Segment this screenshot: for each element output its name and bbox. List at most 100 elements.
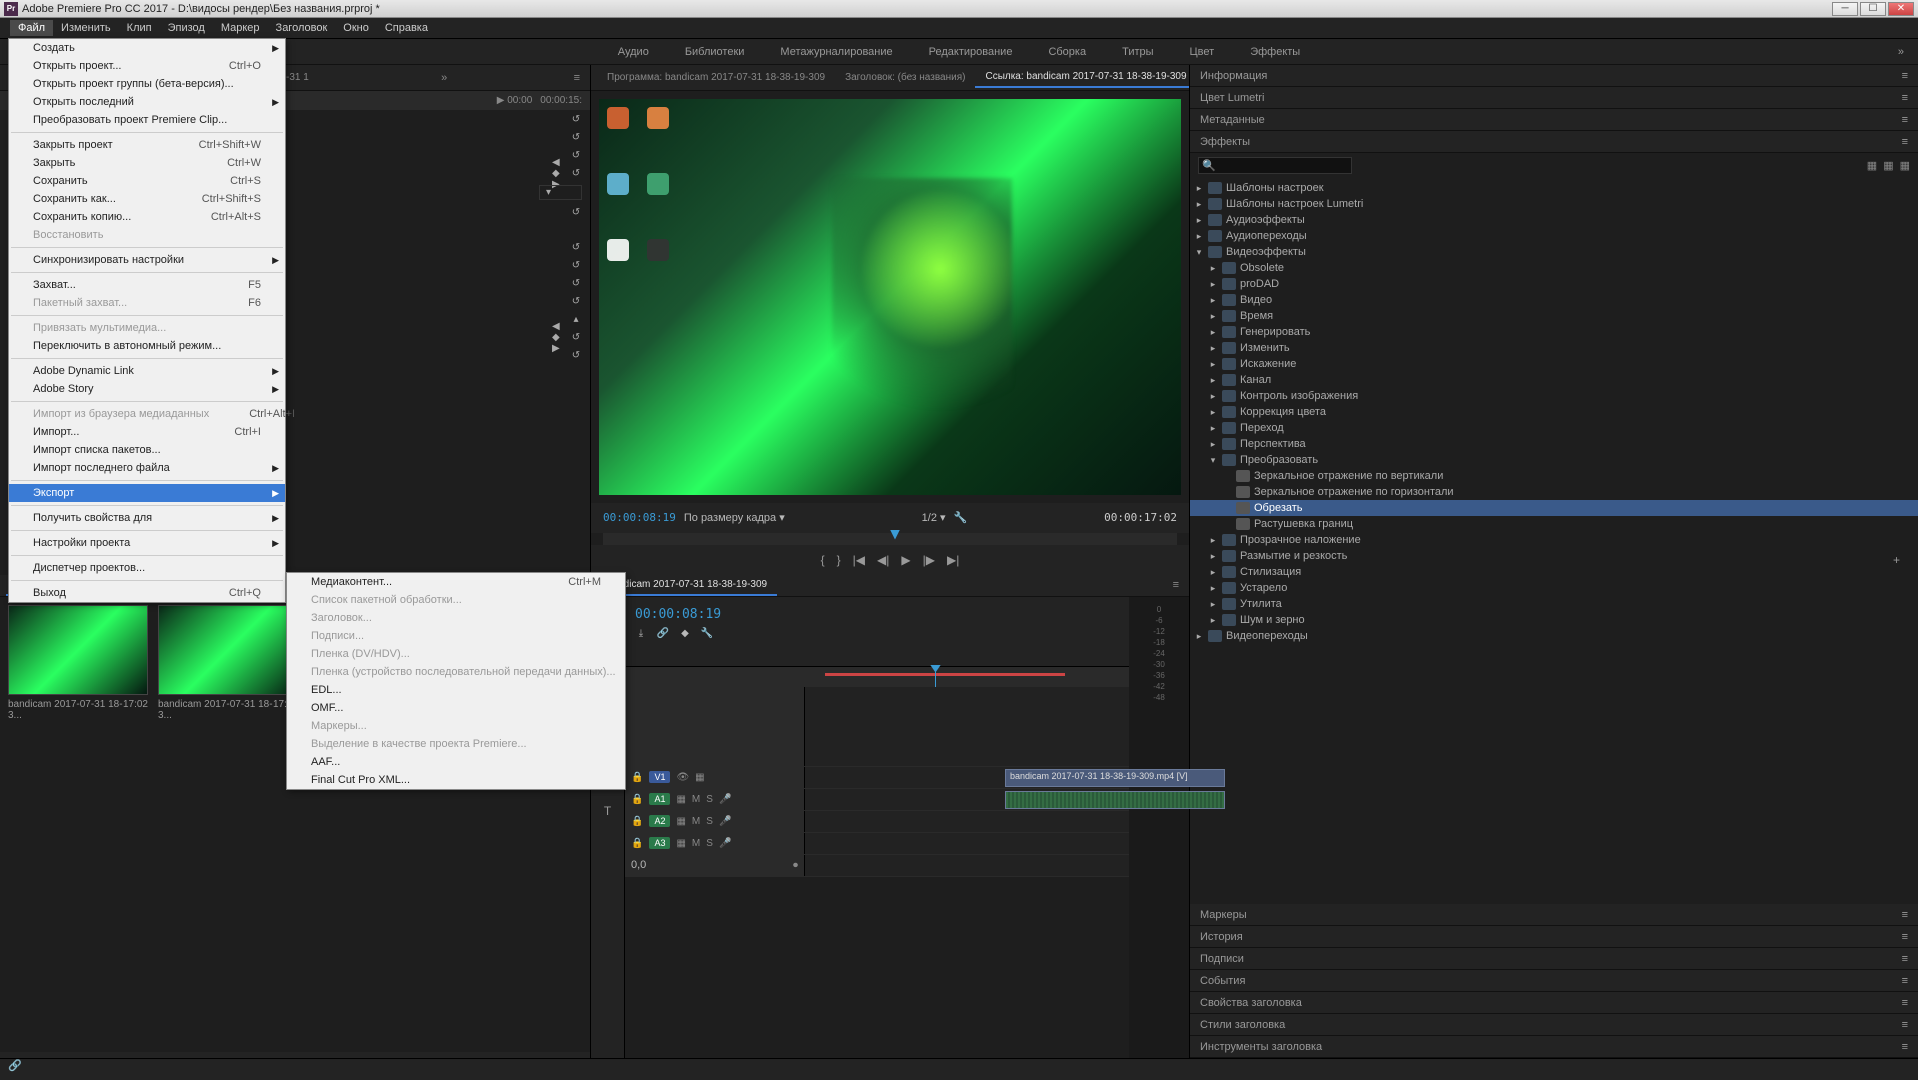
type-tool-icon[interactable]: T (598, 801, 618, 821)
lock-icon[interactable]: 🔒 (631, 838, 643, 849)
right-panel-tab[interactable]: Цвет Lumetri≡ (1190, 87, 1918, 109)
fx-badge-icon[interactable]: ▦ (1883, 159, 1893, 172)
fx-folder[interactable]: ▸Генерировать (1190, 324, 1918, 340)
fx-effect-item[interactable]: Зеркальное отражение по горизонтали (1190, 484, 1918, 500)
close-button[interactable]: ✕ (1888, 2, 1914, 16)
right-panel-tab[interactable]: Информация≡ (1190, 65, 1918, 87)
workspace-tab[interactable]: Метажурналирование (762, 42, 910, 62)
menu-item[interactable]: Медиаконтент...Ctrl+M (287, 573, 625, 591)
menu-item[interactable]: Получить свойства для▶ (9, 509, 285, 527)
menu-эпизод[interactable]: Эпизод (160, 20, 213, 36)
step-fwd-icon[interactable]: |▶ (923, 553, 935, 567)
settings-icon[interactable]: 🔧 (701, 628, 713, 640)
track-label-a2[interactable]: A2 (649, 815, 670, 827)
maximize-button[interactable]: ☐ (1860, 2, 1886, 16)
menu-справка[interactable]: Справка (377, 20, 436, 36)
lock-icon[interactable]: 🔒 (631, 772, 643, 783)
fx-folder[interactable]: ▸Стилизация (1190, 564, 1918, 580)
link-icon[interactable]: 🔗 (0, 1056, 30, 1076)
fx-folder[interactable]: ▸Размытие и резкость (1190, 548, 1918, 564)
tab-title[interactable]: Заголовок: (без названия) (835, 68, 975, 87)
track-label-a3[interactable]: A3 (649, 837, 670, 849)
right-panel-tab[interactable]: Маркеры≡ (1190, 904, 1918, 926)
go-to-out-icon[interactable]: ▶| (947, 553, 959, 567)
fx-folder[interactable]: ▸proDAD (1190, 276, 1918, 292)
project-thumbnail[interactable]: bandicam 2017-07-31 18-3...17:02 (8, 605, 148, 721)
fx-badge-icon[interactable]: ▦ (1900, 159, 1910, 172)
record-icon[interactable]: ⏺ (793, 860, 798, 871)
workspace-tab[interactable]: Цвет (1172, 42, 1233, 62)
menu-окно[interactable]: Окно (335, 20, 377, 36)
tab-link[interactable]: Ссылка: bandicam 2017-07-31 18-38-19-309 (975, 67, 1189, 88)
fx-effect-item[interactable]: Растушевка границ (1190, 516, 1918, 532)
fx-folder[interactable]: ▾Видеоэффекты (1190, 244, 1918, 260)
menu-item[interactable]: ВыходCtrl+Q (9, 584, 285, 602)
resolution-dropdown[interactable]: 1/2 ▾ (922, 511, 946, 524)
menu-item[interactable]: Открыть последний▶ (9, 93, 285, 111)
fx-folder[interactable]: ▸Аудиопереходы (1190, 228, 1918, 244)
master-track-level[interactable]: 0,0 (631, 859, 646, 871)
project-thumbnail[interactable]: bandicam 2017-07-31 18-3...17:02 (158, 605, 298, 721)
mark-in-icon[interactable]: { (821, 553, 825, 567)
keyframe-reset-icon[interactable]: ↺ (570, 349, 582, 361)
mark-out-icon[interactable]: } (837, 553, 841, 567)
workspace-tab[interactable]: Редактирование (911, 42, 1031, 62)
voice-over-icon[interactable]: 🎤 (719, 794, 731, 805)
fx-folder[interactable]: ▸Устарело (1190, 580, 1918, 596)
fx-folder[interactable]: ▸Искажение (1190, 356, 1918, 372)
menu-item[interactable]: Сохранить копию...Ctrl+Alt+S (9, 208, 285, 226)
fx-effect-item[interactable]: Обрезать (1190, 500, 1918, 516)
menu-файл[interactable]: Файл (10, 20, 53, 36)
fx-folder[interactable]: ▸Шаблоны настроек Lumetri (1190, 196, 1918, 212)
panel-options-icon[interactable]: ≡ (1902, 1041, 1908, 1053)
menu-item[interactable]: Создать▶ (9, 39, 285, 57)
fx-badge-icon[interactable]: ▦ (1867, 159, 1877, 172)
lock-icon[interactable]: 🔒 (631, 794, 643, 805)
workspace-overflow-icon[interactable]: » (1894, 42, 1908, 62)
fx-folder[interactable]: ▸Канал (1190, 372, 1918, 388)
keyframe-reset-icon[interactable]: ↺ (570, 206, 582, 218)
menu-item[interactable]: EDL... (287, 681, 625, 699)
keyframe-reset-icon[interactable]: ↺ (570, 277, 582, 289)
panel-menu-icon[interactable]: » (437, 70, 451, 86)
fx-folder[interactable]: ▸Шаблоны настроек (1190, 180, 1918, 196)
menu-item[interactable]: Закрыть проектCtrl+Shift+W (9, 136, 285, 154)
timeline-ruler[interactable] (625, 667, 1129, 687)
menu-item[interactable]: Экспорт▶ (9, 484, 285, 502)
menu-item[interactable]: AAF... (287, 753, 625, 771)
keyframe-nav-icon[interactable]: ◀ ◆ ▶ (552, 331, 564, 343)
fx-effect-item[interactable]: Зеркальное отражение по вертикали (1190, 468, 1918, 484)
menu-item[interactable]: Импорт последнего файла▶ (9, 459, 285, 477)
keyframe-reset-icon[interactable]: ↺ (570, 259, 582, 271)
keyframe-reset-icon[interactable]: ↺ (570, 331, 582, 343)
zoom-dropdown[interactable]: По размеру кадра ▾ (684, 511, 785, 524)
panel-options-icon[interactable]: ≡ (1902, 1019, 1908, 1031)
lock-icon[interactable]: 🔒 (631, 816, 643, 827)
menu-item[interactable]: Открыть проект...Ctrl+O (9, 57, 285, 75)
mute-icon[interactable]: M (692, 794, 700, 805)
right-panel-tab[interactable]: История≡ (1190, 926, 1918, 948)
right-panel-tab[interactable]: События≡ (1190, 970, 1918, 992)
workspace-tab[interactable]: Сборка (1030, 42, 1104, 62)
fx-folder[interactable]: ▸Obsolete (1190, 260, 1918, 276)
menu-item[interactable]: СохранитьCtrl+S (9, 172, 285, 190)
sync-lock-icon[interactable]: ▦ (695, 772, 704, 783)
fx-folder[interactable]: ▸Шум и зерно (1190, 612, 1918, 628)
timeline-timecode[interactable]: 00:00:08:19 (635, 607, 1119, 622)
track-label-v1[interactable]: V1 (649, 771, 670, 783)
panel-options-icon[interactable]: ≡ (1902, 931, 1908, 943)
panel-options-icon[interactable]: ≡ (570, 70, 584, 86)
panel-options-icon[interactable]: ≡ (1902, 997, 1908, 1009)
menu-item[interactable]: Переключить в автономный режим... (9, 337, 285, 355)
panel-options-icon[interactable]: ≡ (1902, 114, 1908, 126)
video-clip[interactable]: bandicam 2017-07-31 18-38-19-309.mp4 [V] (1005, 769, 1225, 787)
menu-item[interactable]: Сохранить как...Ctrl+Shift+S (9, 190, 285, 208)
menu-изменить[interactable]: Изменить (53, 20, 119, 36)
keyframe-reset-icon[interactable]: ↺ (570, 149, 582, 161)
fx-folder[interactable]: ▸Видео (1190, 292, 1918, 308)
menu-item[interactable]: Диспетчер проектов... (9, 559, 285, 577)
panel-options-icon[interactable]: ≡ (1902, 953, 1908, 965)
play-icon[interactable]: ▶ (901, 553, 910, 567)
menu-item[interactable]: Захват...F5 (9, 276, 285, 294)
dropdown-field[interactable]: ▾ (539, 185, 582, 200)
